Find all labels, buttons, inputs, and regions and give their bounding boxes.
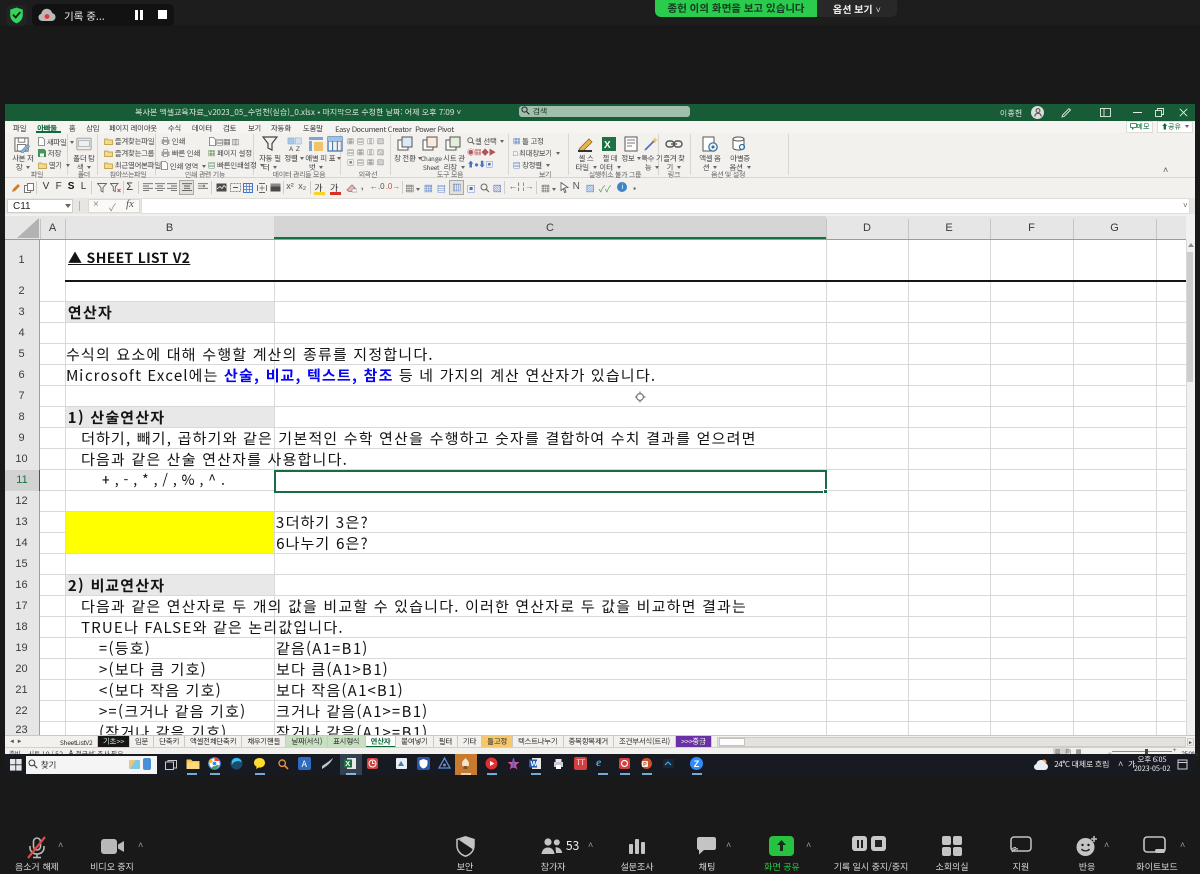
svg-text:A: A xyxy=(289,143,293,152)
svg-text:X: X xyxy=(604,136,611,151)
svg-text:X: X xyxy=(345,758,350,769)
svg-text:P: P xyxy=(643,760,647,768)
svg-text:Z: Z xyxy=(296,143,300,152)
svg-text:W: W xyxy=(531,758,539,769)
